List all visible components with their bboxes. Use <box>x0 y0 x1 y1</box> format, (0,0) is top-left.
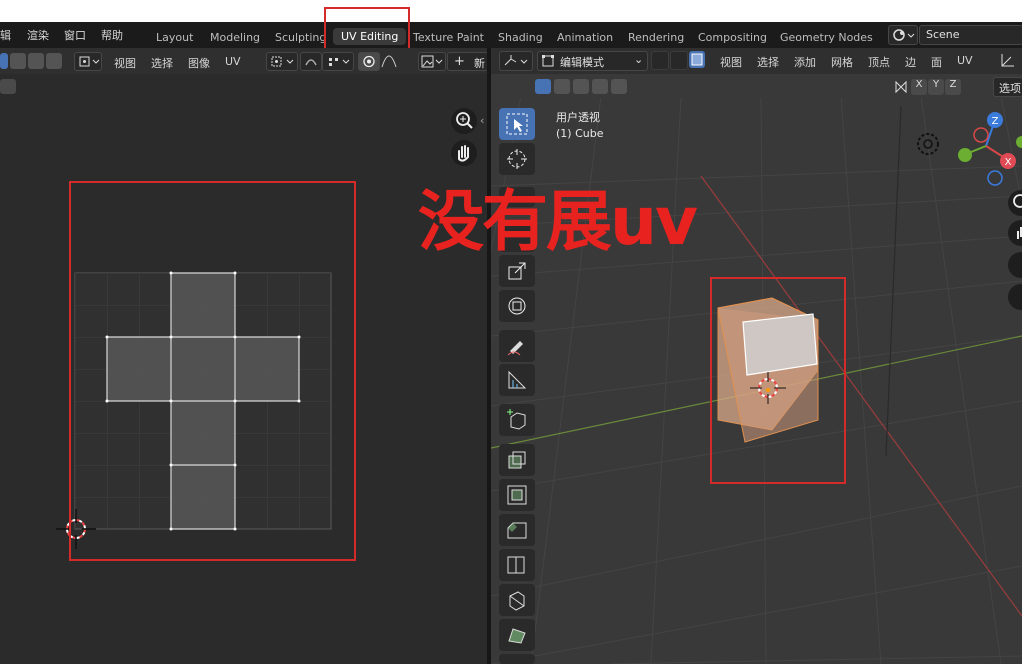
select-invert-mode[interactable] <box>592 79 608 94</box>
select-intersect-mode[interactable] <box>611 79 627 94</box>
knife-icon <box>509 591 525 611</box>
tab-animation[interactable]: Animation <box>557 31 613 44</box>
viewport-menu-mesh[interactable]: 网格 <box>831 54 853 70</box>
axis-lock-x[interactable]: X <box>911 79 927 95</box>
tool-bevel[interactable] <box>499 514 535 546</box>
tab-rendering[interactable]: Rendering <box>628 31 684 44</box>
tab-compositing[interactable]: Compositing <box>698 31 767 44</box>
bevel-icon <box>507 522 527 539</box>
orientation-icon <box>1001 54 1014 67</box>
hand-icon <box>1017 227 1022 239</box>
axes-editor-icon <box>504 55 528 66</box>
annotation-box-cube <box>710 277 846 484</box>
face-select-icon <box>691 53 703 66</box>
mirror-options-icon[interactable] <box>893 79 909 95</box>
poly-build-icon <box>508 628 526 644</box>
gizmo-z-label: Z <box>992 116 999 127</box>
viewport-menu-select[interactable]: 选择 <box>757 54 779 70</box>
scene-icon-button[interactable] <box>888 25 918 45</box>
gizmo-neg-z[interactable] <box>987 170 1003 186</box>
gizmo-neg-y[interactable] <box>1016 136 1022 148</box>
window-top-strip <box>0 0 1022 22</box>
editor-type-dropdown[interactable] <box>499 51 533 71</box>
options-label: 选项 <box>999 82 1021 95</box>
axis-lock-y[interactable]: Y <box>928 79 944 95</box>
navigation-gizmo[interactable]: Z X <box>950 110 1022 190</box>
viewport-menu-view[interactable]: 视图 <box>720 54 742 70</box>
tab-layout[interactable]: Layout <box>156 31 193 44</box>
viewport-pan-button[interactable] <box>1008 220 1022 246</box>
tool-transform[interactable] <box>499 290 535 322</box>
menu-help[interactable]: 帮助 <box>101 27 123 43</box>
light-line <box>885 105 902 457</box>
gizmo-y[interactable] <box>958 148 972 162</box>
pencil-icon <box>507 341 523 356</box>
mode-label: 编辑模式 <box>560 56 604 69</box>
zoom-icon <box>1013 194 1022 208</box>
gizmo-neg-x[interactable] <box>973 127 989 143</box>
options-dropdown[interactable]: 选项 <box>993 77 1022 97</box>
transform-icon <box>508 297 526 315</box>
select-extend-mode[interactable] <box>554 79 570 94</box>
menu-render[interactable]: 渲染 <box>27 27 49 43</box>
axis-x-label: X <box>915 79 923 90</box>
axis-z-label: Z <box>949 79 957 90</box>
view-name: 用户透视 <box>556 111 600 124</box>
viewport-menu-add[interactable]: 添加 <box>794 54 816 70</box>
viewport-menu-edge[interactable]: 边 <box>905 54 916 70</box>
tool-spin[interactable] <box>499 654 535 664</box>
scene-icon <box>893 29 915 41</box>
tab-texture-paint[interactable]: Texture Paint <box>413 31 484 44</box>
viewport-menu-uv[interactable]: UV <box>957 54 973 67</box>
transform-orientation-button[interactable] <box>998 50 1018 70</box>
tab-shading[interactable]: Shading <box>498 31 543 44</box>
tool-loop-cut[interactable] <box>499 549 535 581</box>
scene-name: Scene <box>926 28 960 41</box>
viewport-zoom-button[interactable] <box>1008 190 1022 216</box>
tool-select-box[interactable] <box>499 108 535 140</box>
annotation-text: 没有展uv <box>418 183 698 260</box>
tool-poly-build[interactable] <box>499 619 535 651</box>
mode-dropdown[interactable]: 编辑模式 ⌄ <box>537 51 648 71</box>
ruler-icon <box>508 370 527 389</box>
tab-geometry-nodes[interactable]: Geometry Nodes <box>780 31 873 44</box>
menu-edit[interactable]: 辑 <box>0 27 11 43</box>
edit-mode-icon <box>542 55 554 67</box>
add-cube-icon <box>507 409 526 430</box>
select-mode-vertex[interactable] <box>651 51 669 70</box>
loop-cut-icon <box>507 556 525 574</box>
select-box-mode[interactable] <box>535 79 551 94</box>
select-mode-face[interactable] <box>689 51 705 68</box>
tool-measure[interactable] <box>499 364 535 396</box>
annotation-box-uv-layout <box>69 181 356 561</box>
viewport-menu-vertex[interactable]: 顶点 <box>868 54 890 70</box>
tool-annotate[interactable] <box>499 330 535 362</box>
axis-lock-z[interactable]: Z <box>945 79 961 95</box>
tool-knife[interactable] <box>499 584 535 616</box>
axis-y-label: Y <box>932 79 940 90</box>
tool-inset[interactable] <box>499 479 535 511</box>
object-name: (1) Cube <box>556 127 604 140</box>
inset-icon <box>507 485 527 505</box>
tab-sculpting[interactable]: Sculpting <box>275 31 326 44</box>
tab-modeling[interactable]: Modeling <box>210 31 260 44</box>
butterfly-icon <box>895 80 907 94</box>
select-box-icon <box>506 113 528 135</box>
extrude-icon <box>508 451 526 469</box>
chevron-down-icon: ⌄ <box>634 53 644 66</box>
tool-add-cube[interactable] <box>499 404 535 436</box>
tool-extrude[interactable] <box>499 444 535 476</box>
gizmo-x-label: X <box>1005 157 1012 168</box>
light-icon[interactable] <box>914 130 942 158</box>
scene-selector[interactable]: Scene <box>919 25 1022 45</box>
select-mode-edge[interactable] <box>670 51 688 70</box>
select-subtract-mode[interactable] <box>573 79 589 94</box>
viewport-menu-face[interactable]: 面 <box>931 54 942 70</box>
menu-window[interactable]: 窗口 <box>64 27 86 43</box>
